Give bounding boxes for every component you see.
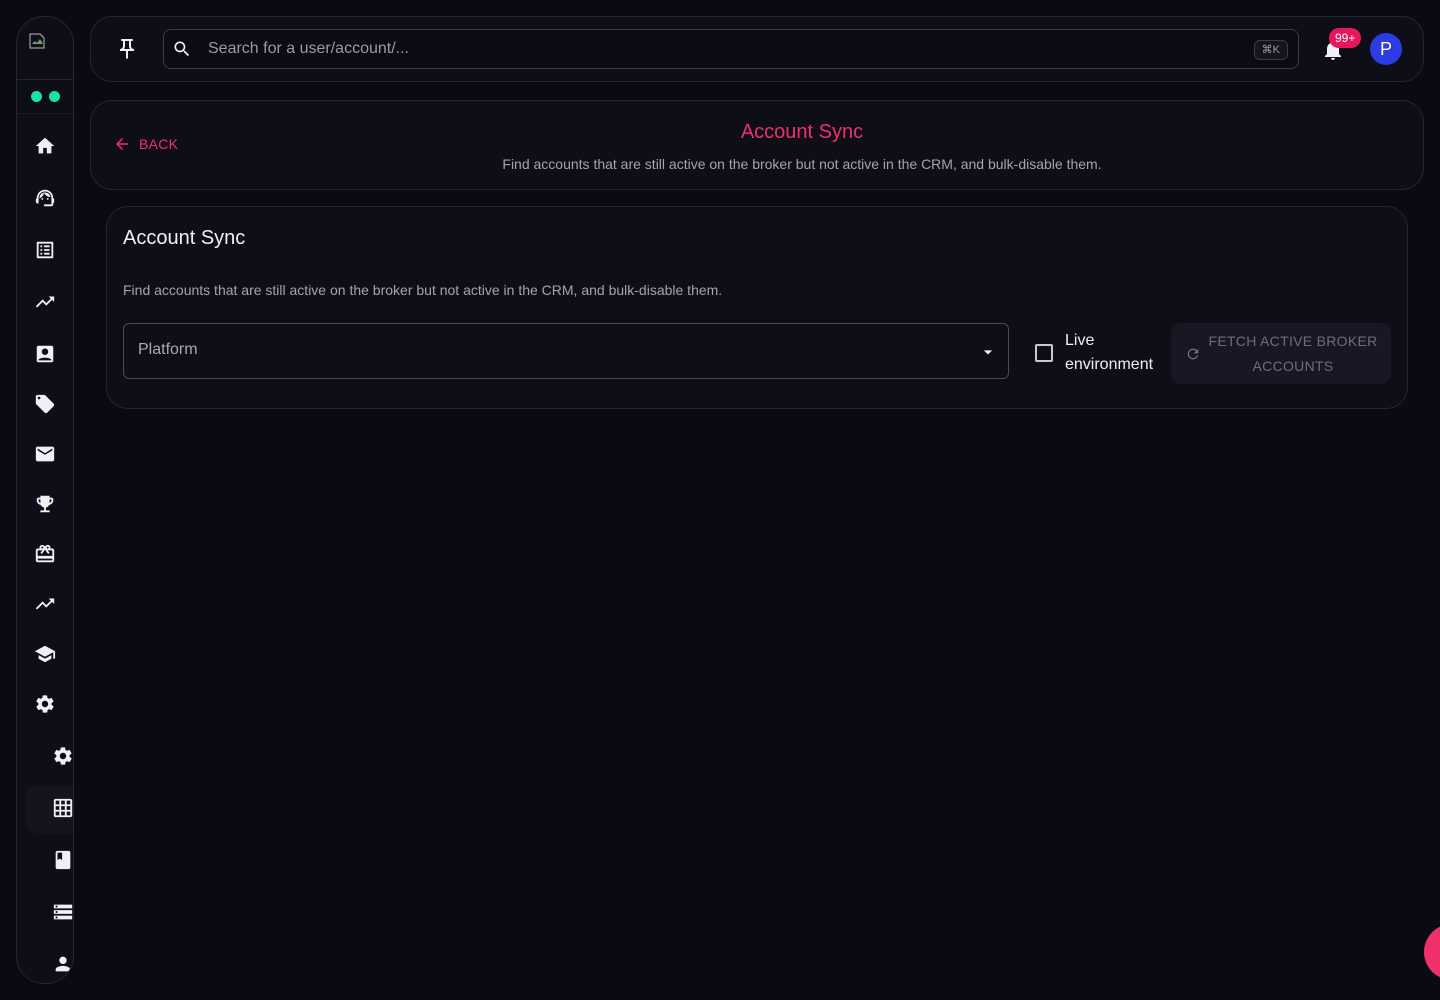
trending-up-icon (35, 296, 55, 308)
sidebar-item-gifts[interactable] (33, 542, 57, 566)
sidebar-subitem-profile[interactable] (51, 952, 73, 976)
user-avatar[interactable]: P (1370, 33, 1402, 65)
list-alt-icon (36, 241, 54, 259)
pin-sidebar-button[interactable] (115, 37, 139, 61)
support-agent-icon (35, 189, 55, 207)
search-icon (172, 39, 192, 59)
account-sync-card: Account Sync Find accounts that are stil… (106, 206, 1408, 409)
platform-select[interactable]: Platform (123, 323, 1009, 379)
sidebar-item-mail[interactable] (33, 442, 57, 466)
search-input[interactable] (208, 30, 1248, 68)
logo[interactable] (17, 17, 73, 80)
settings-icon (54, 747, 72, 765)
sidebar-item-tags[interactable] (33, 392, 57, 416)
person-icon (55, 956, 71, 972)
card-description: Find accounts that are still active on t… (123, 282, 723, 298)
live-environment-checkbox[interactable] (1035, 344, 1053, 362)
page-header: BACK Account Sync Find accounts that are… (90, 100, 1424, 190)
storage-list-icon (53, 904, 73, 920)
gift-card-icon (35, 544, 55, 563)
top-bar: ⌘K 99+ P (90, 16, 1424, 82)
live-environment-toggle[interactable]: Live environment (1035, 329, 1157, 377)
page-title: Account Sync (740, 121, 864, 143)
chevron-down-icon (978, 342, 998, 362)
settings-icon (36, 695, 54, 713)
keyboard-shortcut-hint: ⌘K (1253, 40, 1288, 60)
sidebar-item-home[interactable] (33, 134, 57, 158)
connection-status (17, 80, 73, 114)
book-icon (55, 850, 71, 870)
live-environment-label: Live environment (1065, 332, 1154, 373)
sidebar-subitem-book[interactable] (51, 848, 73, 872)
sidebar-item-settings[interactable] (33, 692, 57, 716)
mail-icon (35, 446, 55, 462)
fetch-button-label: FETCH ACTIVE BROKER ACCOUNTS (1208, 332, 1378, 374)
fetch-active-broker-accounts-button[interactable]: FETCH ACTIVE BROKER ACCOUNTS (1171, 323, 1391, 384)
sidebar-subitem-settings[interactable] (51, 744, 73, 768)
sidebar-item-analytics[interactable] (33, 592, 57, 616)
tag-icon (35, 394, 55, 414)
refresh-icon (1187, 348, 1199, 359)
sidebar-item-competitions[interactable] (33, 492, 57, 516)
sidebar-item-education[interactable] (33, 642, 57, 666)
sidebar-subitem-grid[interactable] (51, 796, 73, 820)
card-title: Account Sync (123, 227, 246, 249)
push-pin-icon (120, 39, 134, 59)
status-dot (49, 91, 60, 102)
school-icon (34, 645, 56, 663)
platform-select-placeholder: Platform (138, 341, 198, 358)
sidebar-item-contacts[interactable] (33, 342, 57, 366)
page-subtitle: Find accounts that are still active on t… (502, 156, 1102, 172)
broken-image-icon (29, 33, 45, 49)
trending-up-icon (35, 598, 55, 610)
sidebar-item-trending[interactable] (33, 290, 57, 314)
search-bar: ⌘K (163, 29, 1299, 69)
sidebar (16, 16, 74, 984)
floating-action-button[interactable] (1424, 924, 1440, 980)
sidebar-item-support[interactable] (33, 186, 57, 210)
contact-card-icon (36, 345, 54, 363)
grid-table-icon (53, 798, 73, 818)
sidebar-subitem-storage[interactable] (51, 900, 73, 924)
notifications-count-badge: 99+ (1329, 28, 1362, 48)
status-dot (31, 91, 42, 102)
home-icon (35, 137, 55, 154)
trophy-icon (36, 495, 54, 513)
sidebar-item-lists[interactable] (33, 238, 57, 262)
